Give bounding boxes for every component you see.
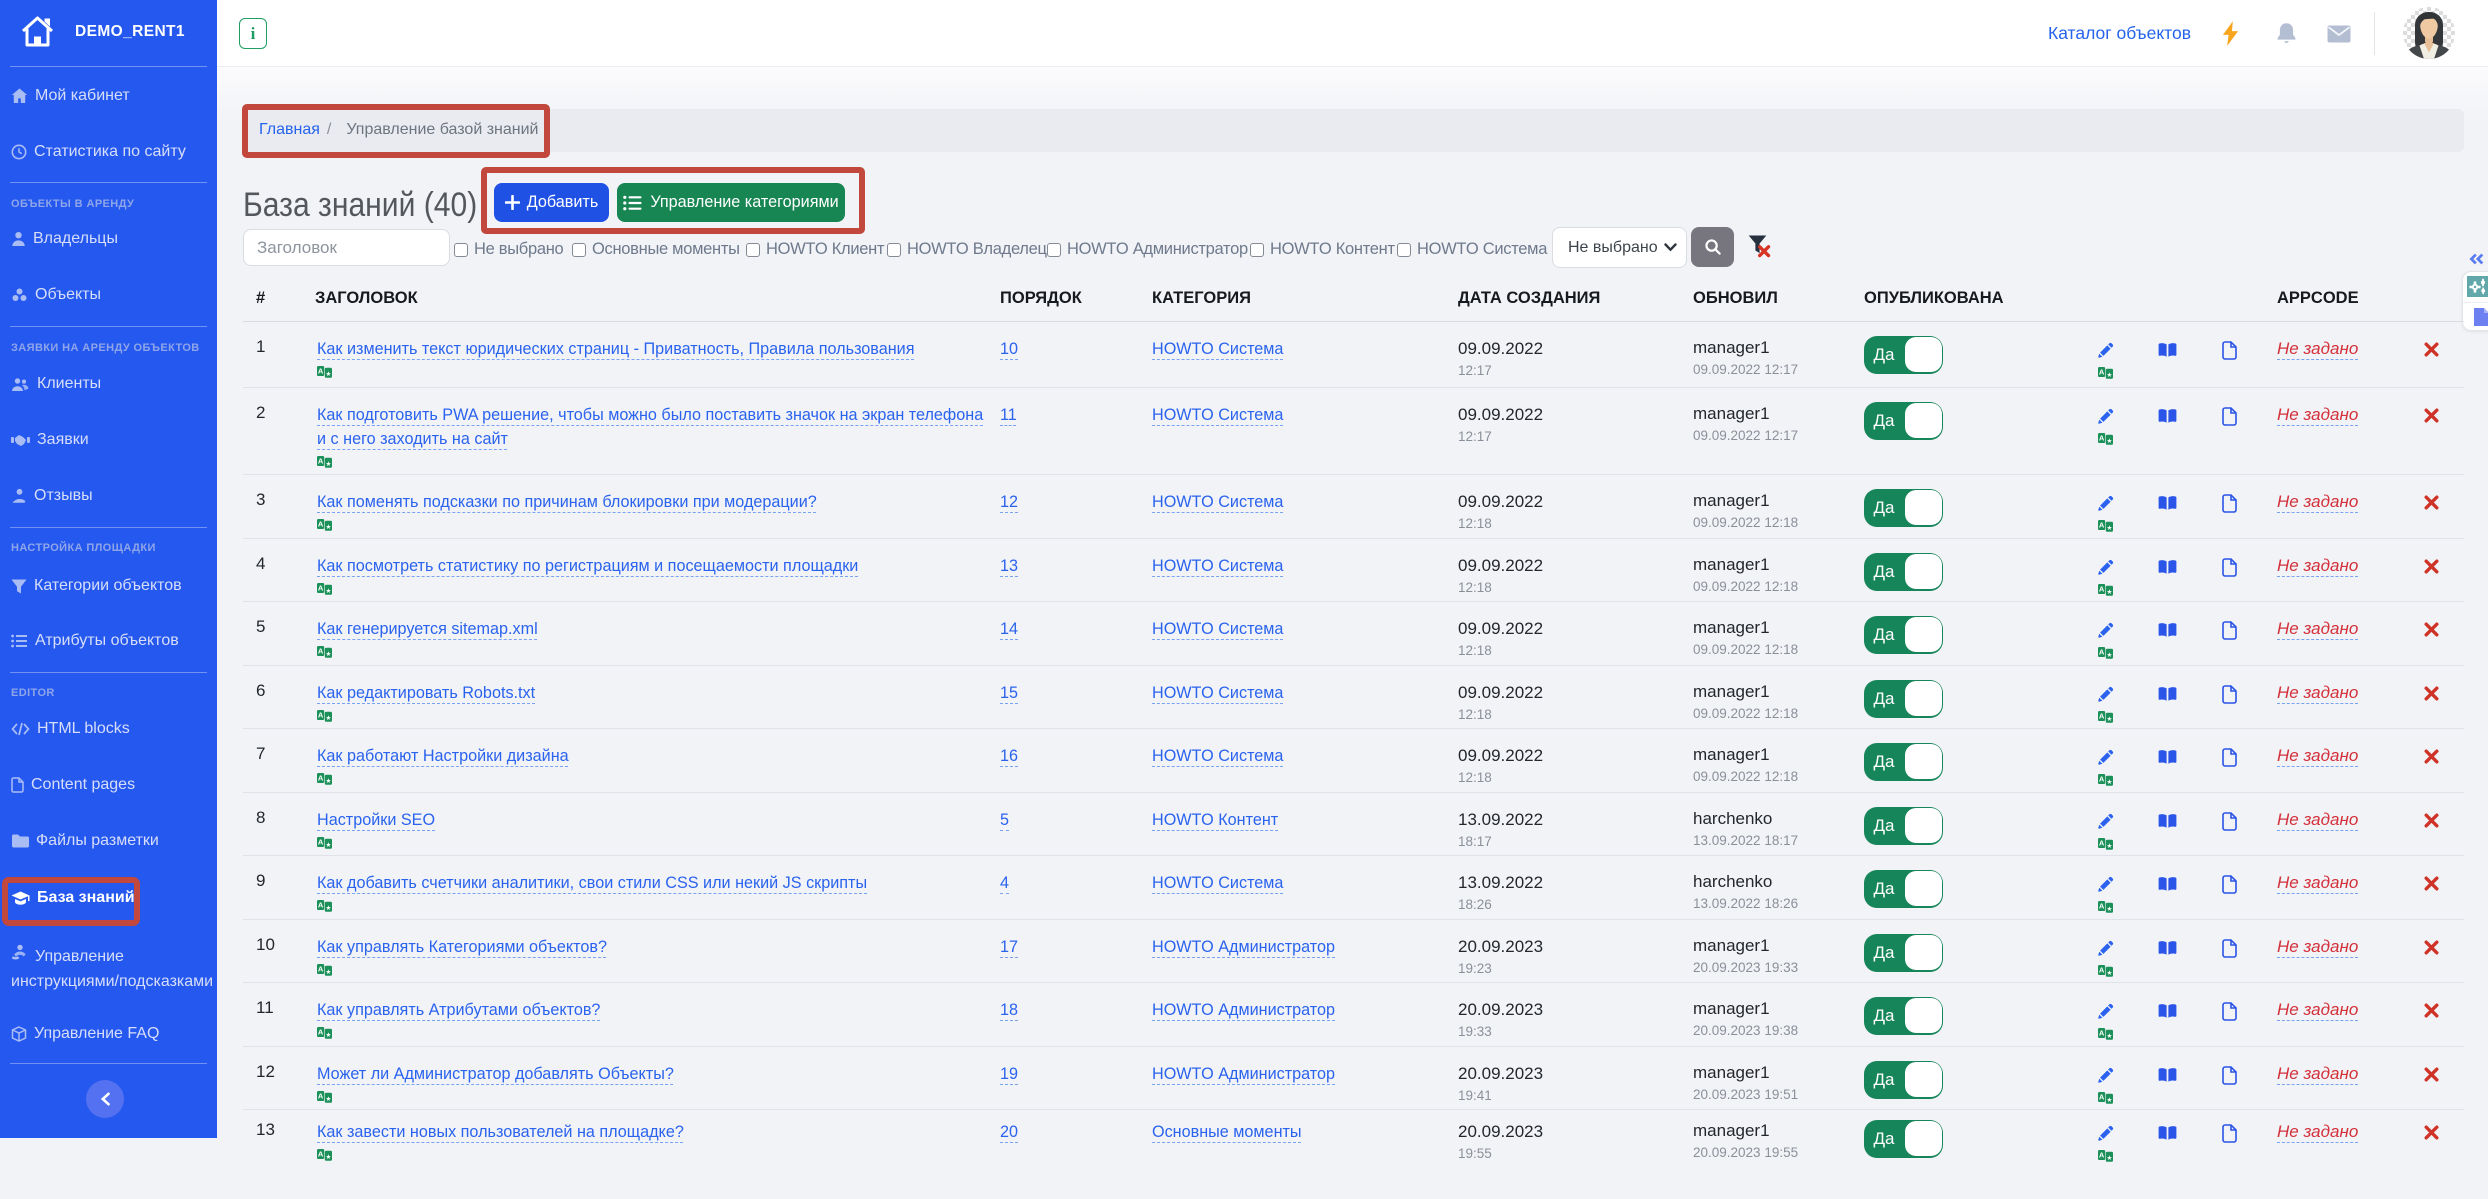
svg-text:★: ★	[2106, 1153, 2112, 1161]
svg-text:A: A	[318, 1027, 324, 1036]
svg-text:★: ★	[325, 713, 331, 721]
svg-text:A: A	[2099, 901, 2105, 910]
svg-text:★: ★	[325, 1152, 331, 1160]
svg-text:A: A	[2099, 647, 2105, 656]
svg-text:A: A	[2099, 1028, 2105, 1037]
svg-text:A: A	[318, 964, 324, 973]
svg-text:★: ★	[2106, 777, 2112, 785]
svg-text:A: A	[2099, 711, 2105, 720]
svg-text:★: ★	[2106, 436, 2112, 444]
svg-text:A: A	[318, 773, 324, 782]
svg-text:★: ★	[2106, 904, 2112, 912]
svg-text:A: A	[318, 366, 324, 375]
svg-text:A: A	[318, 646, 324, 655]
svg-text:A: A	[318, 519, 324, 528]
svg-text:A: A	[2099, 520, 2105, 529]
svg-text:★: ★	[325, 903, 331, 911]
svg-text:★: ★	[325, 1094, 331, 1102]
svg-text:★: ★	[2106, 650, 2112, 658]
svg-text:A: A	[318, 456, 324, 465]
svg-text:★: ★	[2106, 370, 2112, 378]
svg-text:A: A	[2099, 965, 2105, 974]
svg-text:★: ★	[2106, 1095, 2112, 1103]
svg-text:★: ★	[325, 369, 331, 377]
svg-text:★: ★	[2106, 587, 2112, 595]
svg-text:A: A	[2099, 433, 2105, 442]
svg-text:A: A	[318, 900, 324, 909]
svg-text:A: A	[2099, 1092, 2105, 1101]
svg-text:★: ★	[325, 522, 331, 530]
svg-text:A: A	[2099, 838, 2105, 847]
svg-text:★: ★	[325, 586, 331, 594]
svg-text:A: A	[318, 710, 324, 719]
svg-text:★: ★	[325, 776, 331, 784]
svg-text:A: A	[2099, 584, 2105, 593]
svg-text:★: ★	[2106, 1031, 2112, 1039]
svg-text:★: ★	[325, 649, 331, 657]
svg-text:★: ★	[325, 967, 331, 975]
svg-text:★: ★	[325, 459, 331, 467]
svg-text:A: A	[2099, 1150, 2105, 1159]
svg-text:★: ★	[325, 840, 331, 848]
svg-text:★: ★	[2106, 714, 2112, 722]
svg-text:A: A	[318, 583, 324, 592]
svg-text:★: ★	[2106, 523, 2112, 531]
svg-text:A: A	[2099, 774, 2105, 783]
svg-text:★: ★	[2106, 968, 2112, 976]
svg-text:A: A	[318, 1149, 324, 1158]
svg-text:★: ★	[2106, 841, 2112, 849]
svg-text:A: A	[318, 837, 324, 846]
svg-text:A: A	[318, 1091, 324, 1100]
svg-text:★: ★	[325, 1030, 331, 1038]
svg-text:A: A	[2099, 367, 2105, 376]
